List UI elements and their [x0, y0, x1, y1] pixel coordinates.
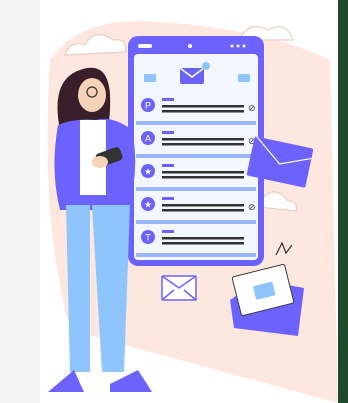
menu-icon[interactable]: [144, 74, 156, 82]
illustration: P ⊘A ⊘★★ ⊘T: [47, 21, 338, 403]
sender-line: [162, 98, 174, 101]
avatar-letter: ★: [144, 167, 152, 177]
sender-line: [162, 164, 174, 167]
subject-line: [162, 204, 244, 207]
notification-dot: [202, 62, 210, 70]
subject-line: [162, 171, 244, 174]
left-sidebar-strip: [0, 0, 40, 403]
phone-camera: [188, 44, 192, 48]
woman-pants-left: [66, 205, 90, 372]
attachment-icon: ⊘: [248, 203, 256, 213]
preview-line: [162, 176, 244, 179]
preview-line: [162, 143, 244, 146]
illustration-canvas: P ⊘ A ⊘ ★ ★ ⊘ T: [40, 0, 338, 403]
avatar-letter: ★: [144, 200, 152, 210]
subject-line: [162, 105, 244, 108]
subject-line: [162, 138, 244, 141]
sender-line: [162, 131, 174, 134]
woman-face: [78, 78, 106, 112]
woman-pants-right: [92, 205, 130, 372]
avatar-letter: A: [145, 134, 151, 144]
sender-line: [162, 230, 174, 233]
woman-shoe-left: [48, 370, 84, 392]
right-edge-strip: [338, 0, 348, 403]
attachment-icon: ⊘: [248, 104, 256, 114]
preview-line: [162, 110, 244, 113]
preview-line: [162, 209, 244, 212]
sender-line: [162, 197, 174, 200]
avatar-letter: P: [145, 101, 151, 111]
compose-icon[interactable]: [238, 74, 250, 82]
phone-speaker: [138, 44, 152, 48]
avatar-letter: T: [145, 233, 151, 243]
woman-shoe-right: [110, 370, 152, 392]
subject-line: [162, 237, 244, 240]
preview-line: [162, 242, 244, 245]
